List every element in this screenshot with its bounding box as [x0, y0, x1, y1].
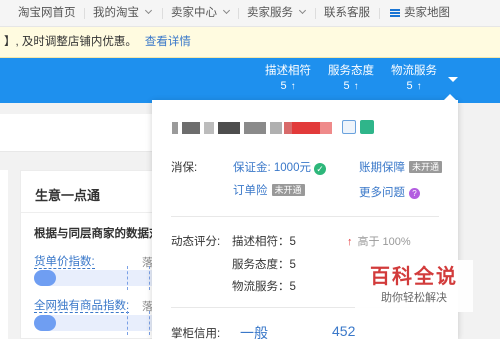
certified-badge-icon[interactable]: [360, 120, 374, 134]
credit-label: 掌柜信用:: [171, 328, 221, 339]
watermark-title: 百科全说: [370, 264, 458, 288]
chevron-down-icon: [298, 6, 307, 15]
business-insight-card: 生意一点通 根据与同层商家的数据对 货单价指数: 落 全网独有商品指数: 落: [20, 170, 161, 339]
score-compare-description: ↑ 高于 100%: [347, 236, 411, 248]
metric-unit-price-label[interactable]: 货单价指数:: [34, 253, 95, 269]
notice-bar: 】, 及时调整店铺内优惠。 查看详情: [0, 27, 500, 58]
watermark-subtitle: 助你轻松解决: [381, 292, 447, 304]
period-guarantee-link[interactable]: 账期保障 未开通: [359, 159, 443, 175]
card-subtitle: 根据与同层商家的数据对: [34, 228, 161, 240]
nav-seller-service[interactable]: 卖家服务: [247, 0, 307, 27]
not-enabled-badge: 未开通: [271, 184, 305, 196]
metric-unique-goods-label[interactable]: 全网独有商品指数:: [34, 297, 130, 313]
nav-divider: [84, 8, 85, 19]
metric-unit-price-bar: [34, 266, 159, 290]
nav-seller-map[interactable]: 卖家地图: [390, 0, 450, 27]
notice-details-link[interactable]: 查看详情: [145, 36, 191, 48]
top-nav: 淘宝网首页 我的淘宝 卖家中心 卖家服务 联系客服 卖家地图: [0, 0, 500, 27]
header-rating-description[interactable]: 描述相符 5 ↑: [260, 64, 316, 94]
dynamic-score-label: 动态评分:: [171, 236, 221, 248]
more-questions-link[interactable]: 更多问题?: [359, 184, 420, 200]
score-row-service: 服务态度：5: [232, 259, 296, 271]
nav-divider: [379, 8, 380, 19]
bar-marker: [127, 266, 128, 290]
deposit-link[interactable]: 保证金: 1000元 ✓: [233, 159, 326, 175]
credit-level-link[interactable]: 一般: [240, 323, 268, 339]
popup-arrow: [444, 94, 456, 100]
chevron-down-icon: [222, 6, 231, 15]
caret-down-icon[interactable]: [448, 77, 458, 82]
bar-marker: [149, 266, 150, 290]
header-rating-service[interactable]: 服务态度 5 ↑: [323, 64, 379, 94]
bar-marker: [127, 311, 128, 335]
card-divider: [21, 212, 161, 213]
notice-text: 】, 及时调整店铺内优惠。: [4, 36, 137, 48]
slider-knob[interactable]: [34, 315, 56, 331]
credit-number-link[interactable]: 452: [332, 323, 355, 339]
chevron-down-icon: [144, 6, 153, 15]
popup-divider: [171, 216, 439, 217]
header-rating-logistics[interactable]: 物流服务 5 ↑: [386, 64, 442, 94]
left-panel-edge: [0, 170, 8, 339]
order-insurance-link[interactable]: 订单险 未开通: [233, 182, 305, 198]
menu-icon: [390, 9, 400, 17]
left-panel-strip: [0, 114, 152, 152]
nav-taobao-home[interactable]: 淘宝网首页: [18, 0, 76, 27]
nav-contact-service[interactable]: 联系客服: [324, 0, 370, 27]
card-title: 生意一点通: [35, 188, 101, 203]
not-enabled-badge: 未开通: [409, 161, 443, 173]
nav-divider: [162, 8, 163, 19]
question-icon: ?: [409, 188, 420, 199]
shop-name-blurred: [172, 122, 332, 134]
score-row-description: 描述相符：5: [232, 236, 296, 248]
metric-unique-goods-bar: [34, 311, 159, 335]
guarantee-label: 消保:: [171, 162, 198, 174]
nav-my-taobao[interactable]: 我的淘宝: [93, 0, 153, 27]
arrow-up-icon: ↑: [347, 236, 353, 248]
bar-marker: [149, 311, 150, 335]
nav-divider: [315, 8, 316, 19]
score-row-logistics: 物流服务：5: [232, 281, 296, 293]
id-card-icon[interactable]: [342, 120, 356, 134]
slider-knob[interactable]: [34, 270, 56, 286]
nav-divider: [238, 8, 239, 19]
check-icon: ✓: [313, 163, 326, 175]
nav-seller-center[interactable]: 卖家中心: [171, 0, 231, 27]
watermark-logo: 百科全说 助你轻松解决: [355, 260, 473, 312]
